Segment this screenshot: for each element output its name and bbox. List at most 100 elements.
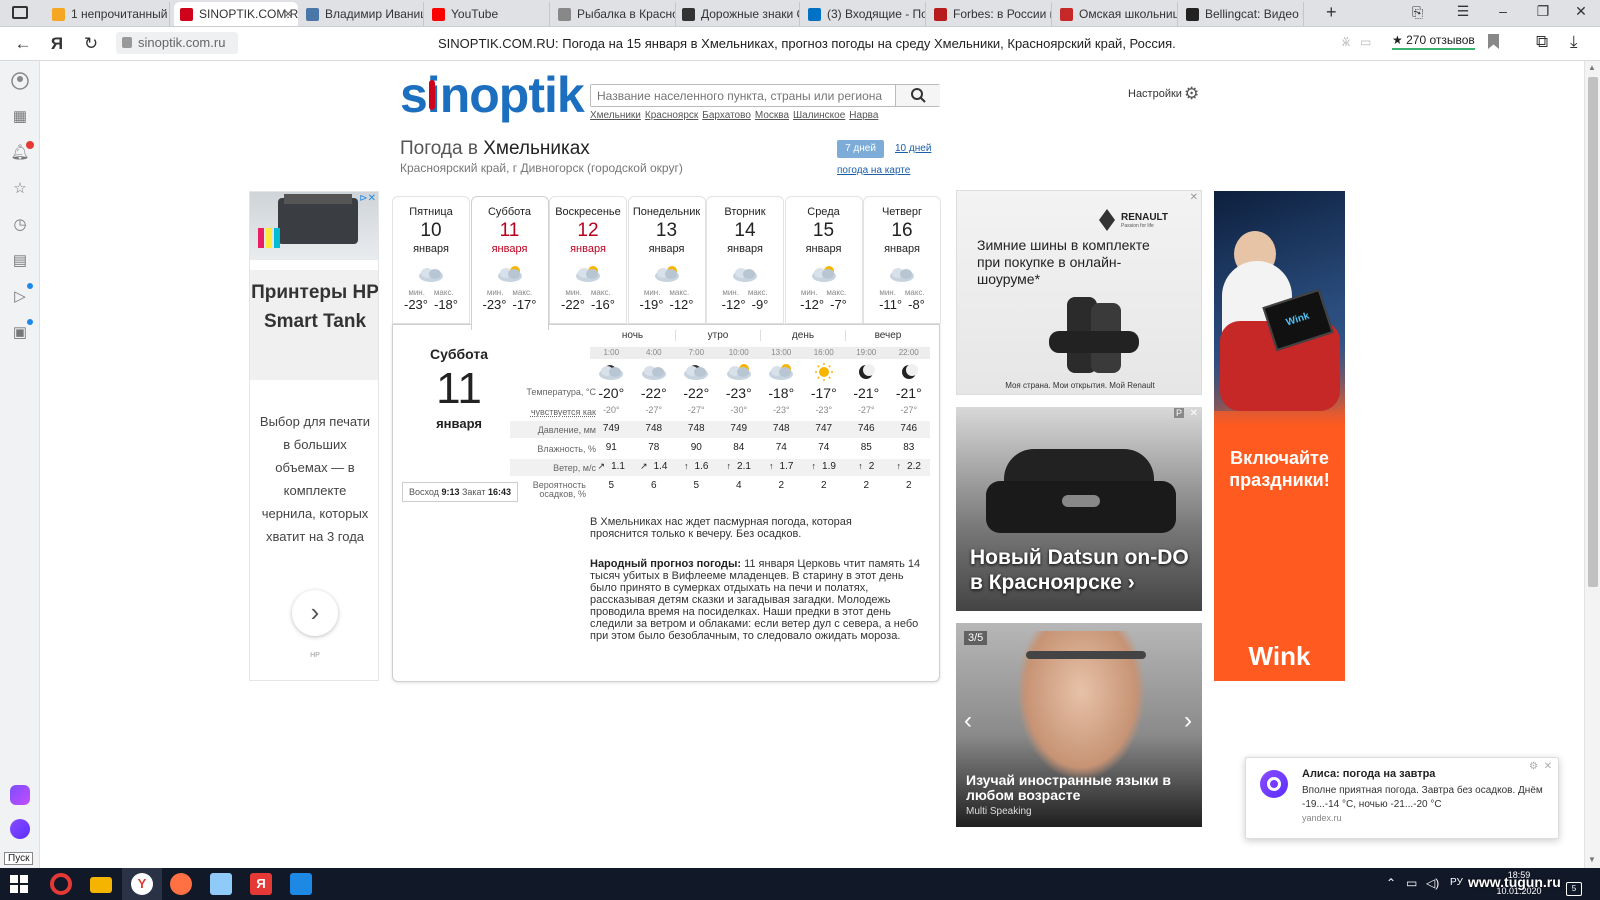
url-field[interactable]: sinoptik.com.ru bbox=[116, 32, 238, 54]
hp-next-button[interactable]: › bbox=[292, 590, 338, 636]
yandex-browser-icon[interactable]: Y bbox=[122, 868, 162, 900]
docs-icon[interactable]: ▣ bbox=[10, 323, 30, 343]
cell-feels: -30° bbox=[730, 405, 748, 415]
tab-10[interactable]: Bellingcat: Видео п bbox=[1180, 2, 1304, 26]
history-icon[interactable]: ◷ bbox=[10, 215, 30, 235]
tab-8[interactable]: Forbes: в России п bbox=[928, 2, 1052, 26]
settings-link[interactable]: Настройки bbox=[1128, 88, 1182, 100]
quick-link[interactable]: Хмельники bbox=[590, 110, 641, 121]
day-tab-15[interactable]: Среда 15 января мин. макс. -12° -7° bbox=[784, 196, 863, 324]
cell-wind: ↗ 1.4 bbox=[633, 461, 676, 472]
day-month: января bbox=[648, 243, 685, 255]
quick-link[interactable]: Нарва bbox=[849, 110, 878, 121]
bookmarks-icon[interactable]: ⎘ bbox=[1412, 4, 1423, 21]
close-window-icon[interactable]: ✕ bbox=[1566, 3, 1596, 20]
quick-link[interactable]: Бархатово bbox=[702, 110, 751, 121]
search-button[interactable] bbox=[895, 85, 940, 106]
explorer-icon[interactable] bbox=[90, 877, 112, 893]
hour-label: 13:00 bbox=[771, 348, 792, 357]
app-icon[interactable] bbox=[170, 873, 192, 895]
day-tab-11[interactable]: Суббота 11 января мин. макс. -23° -17° bbox=[470, 196, 549, 330]
yandex-icon[interactable]: Я bbox=[250, 873, 272, 895]
close-ad-icon[interactable]: ✕ bbox=[1190, 408, 1198, 419]
close-ad-icon[interactable]: ✕ bbox=[1190, 192, 1198, 203]
notification-settings-icon[interactable]: ⚙ bbox=[1529, 761, 1538, 772]
tab-5[interactable]: Рыбалка в Красно bbox=[552, 2, 676, 26]
restore-icon[interactable]: ❐ bbox=[1528, 3, 1558, 20]
tabs-menu-icon[interactable] bbox=[12, 6, 28, 19]
day-tab-16[interactable]: Четверг 16 января мин. макс. -11° -8° bbox=[863, 196, 941, 324]
video-icon[interactable]: ▷ bbox=[10, 287, 30, 307]
ad-choices-icon[interactable]: ⊳✕ bbox=[359, 193, 376, 204]
translate-icon[interactable]: ӂ bbox=[1342, 35, 1350, 49]
next-slide-icon[interactable]: › bbox=[1184, 707, 1192, 735]
scroll-thumb[interactable] bbox=[1588, 77, 1598, 587]
alice-sidebar-icon[interactable] bbox=[10, 819, 30, 839]
day-tab-10[interactable]: Пятница 10 января мин. макс. -23° -18° bbox=[392, 196, 470, 324]
apps-grid-icon[interactable]: ▦ bbox=[10, 107, 30, 127]
collections-icon[interactable]: ▤ bbox=[10, 251, 30, 271]
volume-icon[interactable]: ◁) bbox=[1426, 876, 1439, 890]
tab-3[interactable]: Владимир Иваниц bbox=[300, 2, 424, 26]
start-button[interactable] bbox=[10, 875, 28, 893]
messenger-icon[interactable] bbox=[10, 785, 30, 805]
tab-10days[interactable]: 10 дней bbox=[895, 143, 931, 154]
favorites-icon[interactable]: ☆ bbox=[10, 179, 30, 199]
network-icon[interactable]: ▭ bbox=[1406, 876, 1417, 890]
scroll-down-icon[interactable]: ▼ bbox=[1588, 855, 1596, 864]
renault-ad[interactable]: ✕ RENAULT Passion for life Зимние шины в… bbox=[956, 190, 1202, 395]
tab-9[interactable]: Омская школьниц bbox=[1054, 2, 1178, 26]
tab-4[interactable]: YouTube bbox=[426, 2, 550, 26]
language-indicator[interactable]: РУ bbox=[1450, 877, 1463, 888]
map-link[interactable]: погода на карте bbox=[837, 165, 910, 176]
tray-arrow-icon[interactable]: ⌃ bbox=[1386, 876, 1396, 890]
max-label: макс. bbox=[590, 288, 611, 297]
new-tab-icon[interactable]: + bbox=[1326, 2, 1337, 23]
page-scrollbar[interactable]: ▲ ▼ bbox=[1584, 61, 1600, 868]
row-label-temp: Температура, °C bbox=[526, 387, 596, 397]
period-header: ночь bbox=[621, 330, 644, 341]
bookmark-icon[interactable] bbox=[1488, 34, 1499, 49]
cell-humidity: 85 bbox=[860, 442, 872, 453]
tab-7[interactable]: (3) Входящие - Поч bbox=[802, 2, 926, 26]
tab-label: 1 непрочитанный bbox=[71, 7, 168, 21]
tab-7days[interactable]: 7 дней bbox=[837, 140, 884, 158]
reload-icon[interactable]: ↻ bbox=[80, 34, 102, 54]
tab-6[interactable]: Дорожные знаки С bbox=[676, 2, 800, 26]
notification-close-icon[interactable]: ✕ bbox=[1544, 761, 1552, 772]
quick-link[interactable]: Красноярск bbox=[645, 110, 698, 121]
reviews-badge[interactable]: ★ 270 отзывов bbox=[1392, 33, 1475, 50]
day-tab-14[interactable]: Вторник 14 января мин. макс. -12° -9° bbox=[706, 196, 784, 324]
row-label-feels[interactable]: чувствуется как bbox=[510, 407, 596, 417]
yandex-icon[interactable]: Я bbox=[46, 34, 68, 54]
share-icon[interactable]: ⧉ bbox=[1536, 32, 1548, 52]
search-input[interactable] bbox=[591, 85, 895, 106]
opera-icon[interactable] bbox=[50, 873, 72, 895]
installer-icon[interactable] bbox=[290, 873, 312, 895]
day-tab-12[interactable]: Воскресенье 12 января мин. макс. -22° -16° bbox=[549, 196, 627, 324]
tab-1[interactable]: 1 непрочитанный bbox=[46, 2, 170, 26]
tab-2[interactable]: SINOPTIK.COM.R × bbox=[174, 2, 298, 26]
profile-icon[interactable] bbox=[10, 71, 30, 91]
minimize-icon[interactable]: – bbox=[1488, 3, 1518, 19]
scroll-up-icon[interactable]: ▲ bbox=[1588, 63, 1596, 72]
quick-link[interactable]: Шалинское bbox=[793, 110, 845, 121]
hp-ad[interactable]: ⊳✕ Принтеры HP Smart Tank Выбор для печа… bbox=[249, 191, 379, 681]
reader-icon[interactable]: ▭ bbox=[1360, 35, 1371, 49]
download-icon[interactable]: ⤓ bbox=[1570, 32, 1578, 52]
site-logo[interactable]: sinoptik bbox=[400, 66, 585, 124]
alice-notification[interactable]: ⚙ ✕ Алиса: погода на завтра Вполне прият… bbox=[1245, 757, 1559, 839]
prev-slide-icon[interactable]: ‹ bbox=[964, 707, 972, 735]
wind-arrow-icon: ↗ bbox=[640, 461, 648, 471]
wink-ad[interactable]: Wink Включайте праздники! Wink bbox=[1214, 191, 1345, 681]
gear-icon[interactable]: ⚙ bbox=[1184, 84, 1199, 104]
language-ad[interactable]: 3/5 ‹ › Изучай иностранные языки в любом… bbox=[956, 623, 1202, 827]
quick-link[interactable]: Москва bbox=[755, 110, 789, 121]
close-tab-icon[interactable]: × bbox=[284, 6, 292, 21]
day-tab-13[interactable]: Понедельник 13 января мин. макс. -19° -12° bbox=[627, 196, 706, 324]
paint-icon[interactable] bbox=[210, 873, 232, 895]
datsun-ad[interactable]: P ✕ Новый Datsun on-DO в Красноярске › bbox=[956, 407, 1202, 611]
back-icon[interactable]: ← bbox=[12, 34, 34, 54]
action-center-icon[interactable]: 5 bbox=[1566, 882, 1582, 896]
menu-icon[interactable]: ☰ bbox=[1448, 3, 1478, 20]
